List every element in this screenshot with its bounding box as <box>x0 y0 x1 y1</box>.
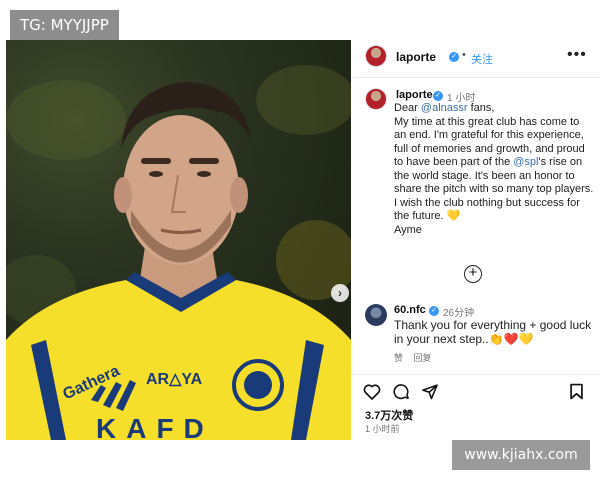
verified-icon: ✓ <box>429 306 439 316</box>
comment-icon[interactable] <box>392 383 410 400</box>
post-action-bar <box>351 374 600 402</box>
comment-like-button[interactable]: 赞 <box>394 353 403 363</box>
load-more-comments-icon[interactable]: + <box>464 265 482 283</box>
verified-icon: ✓ <box>449 52 459 62</box>
watermark-top: TG: MYYJJPP <box>10 10 119 40</box>
caption-greeting-suffix: fans, <box>467 102 495 114</box>
caption-signature: Ayme <box>394 223 422 236</box>
caption-greeting: Dear <box>394 102 421 114</box>
caption-avatar[interactable] <box>365 88 387 110</box>
comment-avatar[interactable] <box>365 304 387 326</box>
comment-text: Thank you for everything + good luck in … <box>394 318 592 346</box>
kafd-text: KAFD <box>96 413 214 440</box>
post-photo[interactable]: Gathera AR△YA KAFD › <box>6 40 351 440</box>
post-caption: Dear @alnassr fans, My time at this grea… <box>394 102 594 237</box>
mention-club-link[interactable]: @alnassr <box>421 102 468 114</box>
bookmark-icon[interactable] <box>569 383 584 400</box>
like-count[interactable]: 3.7万次赞 <box>365 407 413 423</box>
mention-league-link[interactable]: @spl <box>513 156 538 168</box>
comment-reply-button[interactable]: 回复 <box>414 353 432 363</box>
brand-text: AR△YA <box>146 371 203 388</box>
heart-icon[interactable] <box>363 383 381 400</box>
follow-button[interactable]: 关注 <box>471 51 493 67</box>
comment-time: 26分钟 <box>443 308 475 319</box>
comment-actions: 赞 回复 <box>394 351 440 364</box>
more-options-icon[interactable]: ••• <box>567 46 587 64</box>
header-separator: • <box>462 49 466 61</box>
comment-username[interactable]: 60.nfc <box>394 304 426 316</box>
post-timestamp: 1 小时前 <box>365 424 400 434</box>
chevron-right-icon[interactable]: › <box>331 284 349 302</box>
share-icon[interactable] <box>421 383 439 400</box>
verified-icon: ✓ <box>433 91 443 101</box>
author-username[interactable]: laporte <box>396 50 436 64</box>
player-illustration: Gathera AR△YA KAFD <box>6 65 351 440</box>
watermark-bottom: www.kjiahx.com <box>452 440 590 470</box>
caption-username[interactable]: laporte <box>396 89 433 101</box>
post-sidebar: laporte ✓ • 关注 ••• laporte ✓ 1 小时 Dear @… <box>351 40 600 440</box>
author-avatar[interactable] <box>365 45 387 67</box>
post-header: laporte ✓ • 关注 ••• <box>351 40 600 78</box>
